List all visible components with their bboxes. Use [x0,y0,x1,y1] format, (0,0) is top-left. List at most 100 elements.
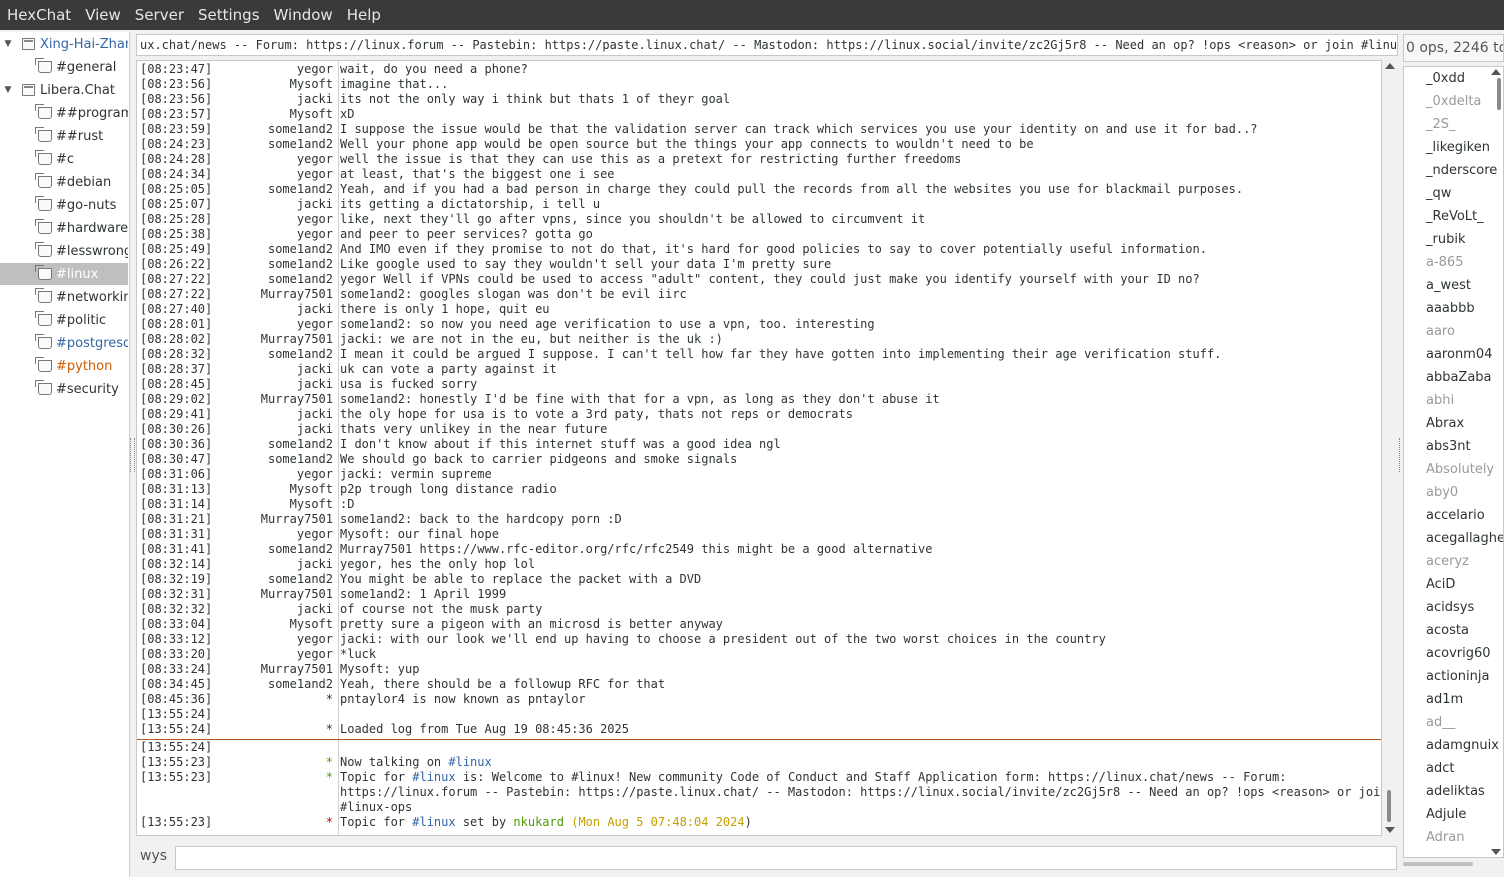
user-list-item[interactable]: ad1m [1426,690,1463,710]
chat-scrollbar-thumb[interactable] [1387,790,1391,822]
scroll-down-arrow-icon[interactable] [1385,827,1395,833]
nick[interactable]: yegor [297,317,333,332]
user-list-item[interactable]: actioninja [1426,667,1489,687]
chat-scrollbar[interactable] [1382,60,1398,836]
nick[interactable]: Mysoft [290,482,333,497]
nick[interactable]: Murray7501 [261,662,333,677]
nick-button[interactable]: wys [140,848,167,864]
menu-view[interactable]: View [78,0,128,30]
user-list-item[interactable]: _ReVoLt_ [1426,207,1484,227]
nick[interactable]: Murray7501 [261,512,333,527]
channel-link[interactable]: #linux [412,770,455,784]
menu-window[interactable]: Window [267,0,340,30]
user-list-item[interactable]: accelario [1426,506,1485,526]
tree-channel[interactable]: #networking [0,286,128,308]
nick[interactable]: yegor [297,152,333,167]
nick[interactable]: jacki [297,422,333,437]
user-list-item[interactable]: Adran [1426,828,1464,848]
nick[interactable]: Mysoft [290,497,333,512]
tree-channel[interactable]: #debian [0,171,128,193]
user-list-item[interactable]: a_west [1426,276,1471,296]
tree-server[interactable]: ▼ Xing-Hai-Zhan [0,33,128,55]
nick[interactable]: jacki [297,377,333,392]
menu-settings[interactable]: Settings [191,0,267,30]
nick[interactable]: Murray7501 [261,332,333,347]
user-list-hscrollbar[interactable] [1403,858,1504,872]
tree-channel[interactable]: #lesswrong [0,240,128,262]
nick[interactable]: Murray7501 [261,587,333,602]
user-list-item[interactable]: AciD [1426,575,1455,595]
nick[interactable]: yegor [297,227,333,242]
user-list-scrollbar-thumb[interactable] [1497,78,1501,110]
user-list-item[interactable]: aaronm04 [1426,345,1492,365]
nick[interactable]: some1and2 [268,542,333,557]
user-list-item[interactable]: adeliktas [1426,782,1485,802]
user-list-item[interactable]: acovrig60 [1426,644,1491,664]
nick[interactable]: some1and2 [268,182,333,197]
user-list-item[interactable]: acosta [1426,621,1469,641]
tree-channel[interactable]: #linux [0,263,128,285]
nick[interactable]: some1and2 [268,452,333,467]
nick-link[interactable]: nkukard [513,815,564,829]
nick[interactable]: Murray7501 [261,392,333,407]
user-list-item[interactable]: ad__ [1426,713,1455,733]
message-input[interactable] [175,846,1397,870]
nick[interactable]: yegor [297,647,333,662]
nick[interactable]: some1and2 [268,122,333,137]
nick[interactable]: Murray7501 [261,287,333,302]
expander-icon[interactable]: ▼ [3,39,13,49]
nick[interactable]: yegor [297,467,333,482]
tree-channel[interactable]: ##programming [0,102,128,124]
nick[interactable]: yegor [297,632,333,647]
user-list-item[interactable]: a-865 [1426,253,1463,273]
chat-buffer[interactable]: [08:23:47] yegor wait, do you need a phone… [136,60,1382,836]
channel-link[interactable]: #linux [448,755,491,769]
menu-hexchat[interactable]: HexChat [0,0,78,30]
nick[interactable]: Mysoft [290,107,333,122]
user-list-item[interactable]: Abrax [1426,414,1464,434]
tree-channel[interactable]: #c [0,148,128,170]
scroll-down-arrow-icon[interactable] [1491,849,1501,855]
nick[interactable]: jacki [297,602,333,617]
nick[interactable]: * [326,722,333,737]
user-list-item[interactable]: adct [1426,759,1454,779]
nick[interactable]: yegor [297,167,333,182]
user-list-item[interactable]: _2S_ [1426,115,1456,135]
expander-icon[interactable]: ▼ [3,85,13,95]
user-list-item[interactable]: abbaZaba [1426,368,1492,388]
nick[interactable]: some1and2 [268,677,333,692]
topic-bar[interactable]: ux.chat/news -- Forum: https://linux.for… [136,34,1398,56]
user-list-item[interactable]: aaro [1426,322,1455,342]
nick[interactable]: jacki [297,557,333,572]
channel-link[interactable]: #linux [412,815,455,829]
user-list-item[interactable]: acidsys [1426,598,1474,618]
user-list-item[interactable]: aby0 [1426,483,1458,503]
user-list-item[interactable]: abs3nt [1426,437,1471,457]
tree-server[interactable]: ▼ Libera.Chat [0,79,128,101]
tree-channel[interactable]: #go-nuts [0,194,128,216]
user-list-item[interactable]: abhi [1426,391,1454,411]
user-list-item[interactable]: _rubik [1426,230,1465,250]
nick[interactable]: jacki [297,197,333,212]
scroll-up-arrow-icon[interactable] [1491,69,1501,75]
nick[interactable]: jacki [297,407,333,422]
user-list-scrollbar[interactable] [1488,66,1504,858]
user-list-item[interactable]: Absolutely [1426,460,1494,480]
user-list-item[interactable]: _nderscore [1426,161,1497,181]
nick[interactable]: jacki [297,362,333,377]
nick[interactable]: some1and2 [268,137,333,152]
user-list-item[interactable]: aceryz [1426,552,1469,572]
user-list-item[interactable]: _qw [1426,184,1451,204]
nick[interactable]: some1and2 [268,437,333,452]
user-list-item[interactable]: _0xdelta [1426,92,1481,112]
user-list-item[interactable]: _likegiken [1426,138,1490,158]
tree-channel[interactable]: #politic [0,309,128,331]
nick[interactable]: yegor [297,62,333,77]
nick[interactable]: some1and2 [268,242,333,257]
tree-pane-grip[interactable] [130,438,135,472]
tree-channel[interactable]: #hardware [0,217,128,239]
nick[interactable]: jacki [297,92,333,107]
nick[interactable]: jacki [297,302,333,317]
tree-channel[interactable]: #security [0,378,128,400]
nick[interactable]: some1and2 [268,272,333,287]
